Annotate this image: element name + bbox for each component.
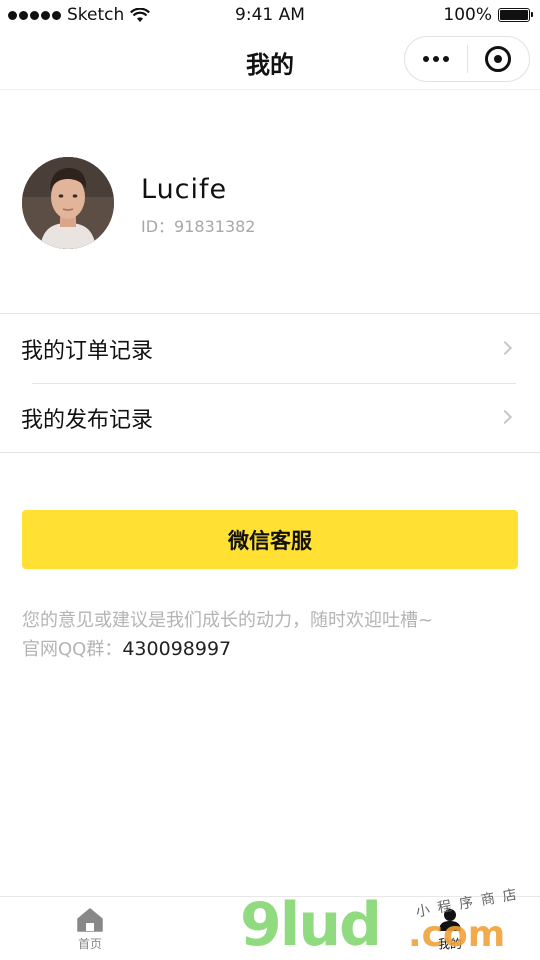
tab-label: 首页 bbox=[77, 937, 102, 951]
home-icon bbox=[77, 908, 103, 932]
nav-bar: 我的 bbox=[0, 32, 540, 90]
chevron-right-icon bbox=[497, 340, 513, 355]
menu-item-publish-records[interactable]: 我的发布记录 bbox=[0, 383, 540, 452]
menu-list: 我的订单记录 我的发布记录 bbox=[0, 313, 540, 453]
menu-item-order-records[interactable]: 我的订单记录 bbox=[0, 314, 540, 383]
wechat-service-button[interactable]: 微信客服 bbox=[22, 510, 518, 569]
status-right: 100% bbox=[443, 5, 533, 25]
qq-group-label: 官网QQ群： bbox=[22, 639, 123, 660]
menu-item-label: 我的订单记录 bbox=[21, 338, 154, 364]
feedback-text: 您的意见或建议是我们成长的动力，随时欢迎吐槽~ bbox=[22, 610, 434, 631]
target-icon bbox=[485, 46, 512, 72]
qq-group-line: 官网QQ群：430098997 bbox=[22, 635, 231, 664]
chevron-right-icon bbox=[497, 409, 513, 424]
battery-percent: 100% bbox=[443, 5, 492, 25]
status-bar: Sketch 9:41 AM 100% bbox=[0, 0, 540, 32]
menu-item-label: 我的发布记录 bbox=[21, 407, 154, 433]
battery-fill bbox=[500, 10, 528, 20]
tab-label: 我的 bbox=[437, 937, 462, 951]
user-icon bbox=[439, 909, 461, 931]
profile-header: Lucife ID：91831382 bbox=[0, 90, 540, 314]
qq-group-number[interactable]: 430098997 bbox=[122, 638, 231, 660]
mini-program-capsule bbox=[404, 36, 530, 82]
user-name: Lucife bbox=[141, 174, 228, 205]
more-dots-icon bbox=[422, 56, 449, 62]
more-button[interactable] bbox=[405, 37, 467, 81]
tab-home[interactable]: 首页 bbox=[30, 897, 150, 960]
user-id: ID：91831382 bbox=[141, 217, 256, 236]
battery-icon bbox=[498, 8, 533, 22]
avatar[interactable] bbox=[22, 157, 114, 249]
close-button[interactable] bbox=[467, 37, 529, 81]
tab-mine[interactable]: 我的 bbox=[390, 897, 510, 960]
tab-bar: 首页 我的 bbox=[0, 896, 540, 960]
avatar-portrait bbox=[22, 157, 114, 249]
